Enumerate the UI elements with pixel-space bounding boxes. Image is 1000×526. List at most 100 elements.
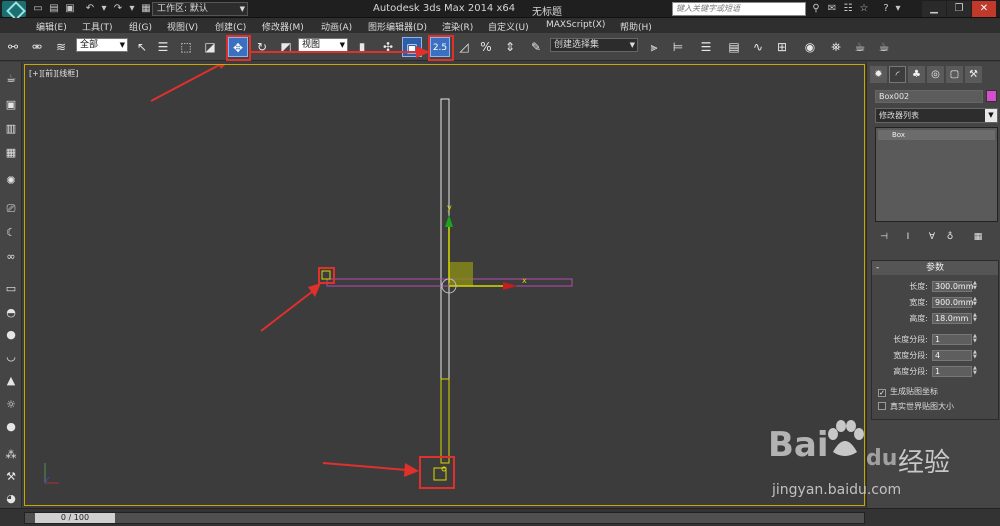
- height-spinner-icon[interactable]: ▲ ▼: [973, 313, 979, 324]
- bowl-icon[interactable]: ◡: [2, 348, 20, 365]
- grid-panel-icon[interactable]: ▦: [2, 144, 20, 161]
- open-folder-icon[interactable]: ▤: [48, 3, 60, 15]
- angle-snap-icon[interactable]: ◿: [454, 37, 474, 57]
- cone-icon[interactable]: ▲: [2, 372, 20, 389]
- half-sphere-icon[interactable]: ◓: [2, 304, 20, 321]
- curve-editor-icon[interactable]: ∿: [748, 37, 768, 57]
- sun-icon[interactable]: ☼: [2, 396, 20, 413]
- hierarchy-tab-icon[interactable]: ♣: [908, 66, 925, 83]
- show-end-result-icon[interactable]: Ⅰ: [901, 230, 915, 244]
- redo-dropdown-icon[interactable]: ▾: [126, 3, 138, 15]
- sphere-icon[interactable]: ●: [2, 326, 20, 343]
- width-input[interactable]: 900.0mm: [932, 297, 974, 308]
- percent-snap-icon[interactable]: %: [476, 37, 496, 57]
- mirror-icon[interactable]: ⫸: [644, 37, 664, 57]
- favorites-star-icon[interactable]: ☆: [858, 3, 870, 15]
- gizmo-plane-handle[interactable]: [449, 262, 473, 286]
- save-icon[interactable]: ▣: [64, 3, 76, 15]
- rendered-frame-window-icon[interactable]: ☕: [850, 37, 870, 57]
- front-viewport[interactable]: [+][前][线框] y x: [24, 64, 865, 506]
- edit-named-selection-icon[interactable]: ✎: [526, 37, 546, 57]
- rectangular-selection-icon[interactable]: ⬚: [176, 37, 196, 57]
- render-production-icon[interactable]: ☕: [874, 37, 894, 57]
- light-bulb-icon[interactable]: ✺: [2, 172, 20, 189]
- gizmo-x-arrow[interactable]: [503, 282, 517, 290]
- teapot-icon[interactable]: ☕: [2, 70, 20, 87]
- object-name-field[interactable]: Box002: [875, 90, 983, 103]
- new-file-icon[interactable]: ▭: [32, 3, 44, 15]
- maximize-button[interactable]: ❐: [947, 1, 971, 17]
- selection-filter-dropdown[interactable]: 全部 ▼: [76, 38, 128, 52]
- real-world-map-checkbox[interactable]: [878, 402, 886, 410]
- dot-icon[interactable]: ●: [2, 418, 20, 435]
- rectangle-shape-icon[interactable]: ▭: [2, 280, 20, 297]
- subscription-icon[interactable]: ✉: [826, 3, 838, 15]
- align-icon[interactable]: ⊨: [668, 37, 688, 57]
- pin-stack-icon[interactable]: ⊣: [877, 230, 891, 244]
- moon-icon[interactable]: ☾: [2, 224, 20, 241]
- menu-create[interactable]: 创建(C): [215, 20, 246, 33]
- binoculars-icon[interactable]: ⚲: [810, 3, 822, 15]
- menu-modifiers[interactable]: 修改器(M): [262, 20, 304, 33]
- modifier-stack[interactable]: Box: [875, 127, 998, 222]
- time-slider-thumb[interactable]: 0 / 100: [35, 513, 115, 523]
- menu-help[interactable]: 帮助(H): [620, 20, 652, 33]
- height-input[interactable]: 18.0mm: [932, 313, 972, 324]
- graphite-modeling-icon[interactable]: ▤: [724, 37, 744, 57]
- gizmo-y-arrow[interactable]: [445, 215, 453, 227]
- make-unique-icon[interactable]: ∀: [925, 230, 939, 244]
- close-button[interactable]: ✕: [972, 1, 996, 17]
- named-selection-dropdown[interactable]: 创建选择集 ▼: [550, 38, 638, 52]
- select-link-icon[interactable]: ⚯: [3, 37, 23, 57]
- time-slider[interactable]: 0 / 100: [24, 512, 865, 524]
- communication-icon[interactable]: ☷: [842, 3, 854, 15]
- menu-rendering[interactable]: 渲染(R): [442, 20, 473, 33]
- particles-icon[interactable]: ⁂: [2, 446, 20, 463]
- width-segs-spinner-icon[interactable]: ▲ ▼: [973, 350, 979, 361]
- stack-item-box[interactable]: Box: [878, 130, 995, 140]
- select-by-name-icon[interactable]: ☰: [153, 37, 173, 57]
- list-panel-icon[interactable]: ▥: [2, 120, 20, 137]
- real-world-map-row[interactable]: 真实世界贴图大小: [878, 401, 954, 412]
- menu-view[interactable]: 视图(V): [167, 20, 198, 33]
- menu-tools[interactable]: 工具(T): [82, 20, 113, 33]
- app-logo-icon[interactable]: [2, 1, 26, 17]
- utilities-tab-icon[interactable]: ⚒: [965, 66, 982, 83]
- redo-icon[interactable]: ↷: [112, 3, 124, 15]
- create-tab-icon[interactable]: ✹: [870, 66, 887, 83]
- height-segs-spinner-icon[interactable]: ▲ ▼: [973, 366, 979, 377]
- height-segs-input[interactable]: 1: [932, 366, 972, 377]
- project-folder-icon[interactable]: ▦: [140, 3, 152, 15]
- layer-manager-icon[interactable]: ☰: [696, 37, 716, 57]
- display-tab-icon[interactable]: ▢: [946, 66, 963, 83]
- width-segs-input[interactable]: 4: [932, 350, 972, 361]
- render-setup-icon[interactable]: ⛯: [826, 37, 846, 57]
- remove-modifier-icon[interactable]: ♁: [943, 230, 957, 244]
- menu-animation[interactable]: 动画(A): [321, 20, 352, 33]
- configure-sets-icon[interactable]: ▦: [971, 230, 985, 244]
- menu-customize[interactable]: 自定义(U): [488, 20, 529, 33]
- tool-icon[interactable]: ⚒: [2, 468, 20, 485]
- drop-icon[interactable]: ◕: [2, 490, 20, 507]
- modifier-list-dropdown[interactable]: 修改器列表 ▼: [875, 108, 998, 123]
- image-icon[interactable]: ▣: [2, 96, 20, 113]
- workspace-dropdown[interactable]: 工作区: 默认 ▼: [152, 2, 248, 16]
- length-segs-spinner-icon[interactable]: ▲ ▼: [973, 334, 979, 345]
- gen-map-coords-checkbox[interactable]: ✓: [878, 389, 886, 397]
- help-icon[interactable]: ?: [880, 3, 892, 15]
- select-object-icon[interactable]: ↖: [132, 37, 152, 57]
- window-crossing-icon[interactable]: ◪: [200, 37, 220, 57]
- motion-tab-icon[interactable]: ◎: [927, 66, 944, 83]
- menu-maxscript[interactable]: MAXScript(X): [546, 20, 605, 30]
- width-spinner-icon[interactable]: ▲ ▼: [973, 297, 979, 308]
- undo-dropdown-icon[interactable]: ▾: [98, 3, 110, 15]
- object-color-swatch[interactable]: [986, 90, 997, 102]
- camera-icon[interactable]: ⎚: [2, 200, 20, 217]
- minimize-button[interactable]: ▁: [922, 1, 946, 17]
- spinner-snap-icon[interactable]: ⇕: [500, 37, 520, 57]
- modify-tab-icon[interactable]: ◜: [889, 66, 906, 83]
- unlink-icon[interactable]: ⚮: [27, 37, 47, 57]
- search-input[interactable]: 键入关键字或短语: [672, 2, 806, 16]
- menu-edit[interactable]: 编辑(E): [36, 20, 67, 33]
- length-spinner-icon[interactable]: ▲ ▼: [973, 281, 979, 292]
